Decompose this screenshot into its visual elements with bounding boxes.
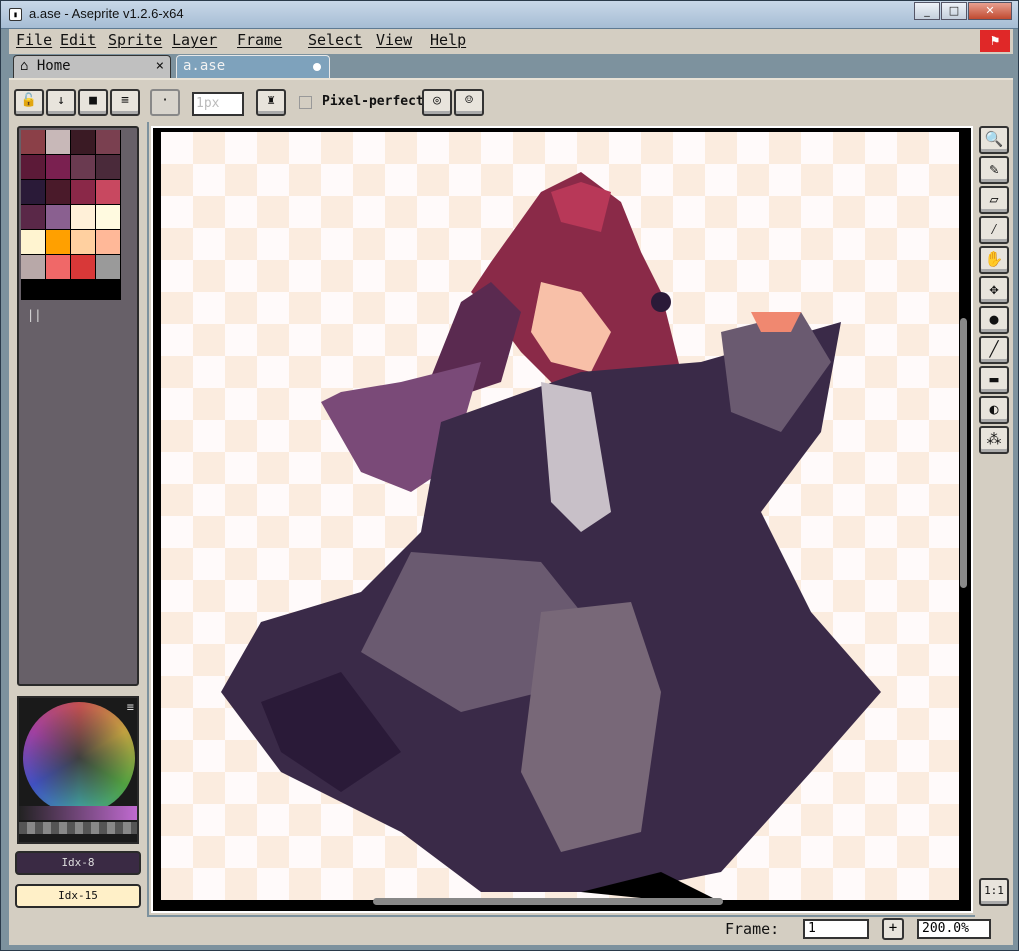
zoom-icon[interactable]: 🔍 [979, 126, 1009, 154]
zoom-input[interactable]: 200.0% [917, 919, 991, 939]
tab-home[interactable]: ⌂ Home × [13, 55, 171, 78]
brush-type-button[interactable]: · [150, 89, 180, 116]
palette-swatch[interactable] [46, 130, 70, 154]
lock-icon[interactable]: 🔓 [14, 89, 44, 116]
frame-input[interactable]: 1 [803, 919, 869, 939]
close-window-button[interactable]: ✕ [968, 2, 1012, 20]
palette-swatch[interactable] [71, 255, 95, 279]
palette-swatch[interactable] [46, 155, 70, 179]
frame-label: Frame: [725, 920, 780, 938]
palette-resize-grip-icon[interactable]: || [27, 308, 41, 322]
square-icon[interactable]: ■ [78, 89, 108, 116]
paint-bucket-icon[interactable]: ● [979, 306, 1009, 334]
palette-swatch[interactable] [96, 130, 120, 154]
tint-slider[interactable] [19, 806, 137, 820]
palette-swatch[interactable] [21, 205, 45, 229]
sprite-canvas[interactable] [151, 126, 973, 913]
menu-frame[interactable]: Frame [237, 31, 282, 49]
tab-home-label: Home [36, 58, 71, 74]
palette-swatch[interactable] [71, 180, 95, 204]
hand-icon[interactable]: ✋ [979, 246, 1009, 274]
blur-icon[interactable]: ◐ [979, 396, 1009, 424]
palette-swatch[interactable] [96, 255, 120, 279]
menu-file[interactable]: File [16, 31, 52, 49]
palette-swatch[interactable] [96, 230, 120, 254]
brush-size-input[interactable]: 1px [192, 92, 244, 116]
palette-swatch[interactable] [21, 180, 45, 204]
menu-edit[interactable]: Edit [60, 31, 96, 49]
palette-swatch[interactable] [21, 230, 45, 254]
color-wheel-panel: ≡ [17, 696, 139, 844]
fit-screen-button[interactable]: 1:1 [979, 878, 1009, 906]
add-frame-button[interactable]: + [882, 918, 904, 940]
transparency-checkerboard[interactable] [161, 132, 959, 900]
eraser-icon[interactable]: ▱ [979, 186, 1009, 214]
context-toolbar: 🔓 ↓ ■ ≡ · 1px ♜ Pixel-perfect ◎ ☺ [9, 78, 1013, 122]
app-window: ▮ a.ase - Aseprite v1.2.6-x64 _ □ ✕ File… [0, 0, 1019, 951]
palette-swatch[interactable] [46, 205, 70, 229]
menu-bar: File Edit Sprite Layer Frame Select View… [9, 29, 1013, 54]
menu-lines-icon[interactable]: ≡ [110, 89, 140, 116]
menu-sprite[interactable]: Sprite [108, 31, 162, 49]
color-wheel[interactable] [23, 702, 135, 814]
move-icon[interactable]: ✥ [979, 276, 1009, 304]
tab-document[interactable]: a.ase [176, 55, 330, 78]
pixel-perfect-label: Pixel-perfect [322, 94, 424, 109]
foreground-color-button[interactable]: Idx-8 [15, 851, 141, 875]
left-panel: || ≡ Idx-8 Idx-15 [9, 122, 147, 917]
palette-swatch[interactable] [96, 205, 120, 229]
palette-panel: || [17, 126, 139, 686]
vertical-scrollbar[interactable] [960, 318, 967, 588]
menu-select[interactable]: Select [308, 31, 362, 49]
palette-swatch[interactable] [71, 130, 95, 154]
maximize-button[interactable]: □ [941, 2, 967, 20]
home-icon: ⌂ [20, 58, 29, 74]
palette-swatch[interactable] [21, 255, 45, 279]
symmetry-icon[interactable]: ◎ [422, 89, 452, 116]
close-tab-icon[interactable]: × [156, 56, 164, 77]
pixel-perfect-checkbox[interactable] [299, 96, 312, 109]
smiley-icon[interactable]: ☺ [454, 89, 484, 116]
palette-swatch[interactable] [96, 180, 120, 204]
palette-swatch[interactable] [21, 130, 45, 154]
rectangle-icon[interactable]: ▬ [979, 366, 1009, 394]
background-color-button[interactable]: Idx-15 [15, 884, 141, 908]
status-bar: Frame: 1 + 200.0% [9, 917, 1013, 945]
palette-swatch[interactable] [46, 180, 70, 204]
tool-bar: 🔍 ✎ ▱ ⁄ ✋ ✥ ● ╱ ▬ ◐ ⁂ 1:1 [975, 122, 1013, 917]
wheel-menu-icon[interactable]: ≡ [127, 700, 134, 714]
title-bar: ▮ a.ase - Aseprite v1.2.6-x64 _ □ ✕ [1, 1, 1018, 29]
palette-swatch[interactable] [96, 155, 120, 179]
tab-document-label: a.ase [183, 58, 226, 74]
aseprite-app-icon[interactable]: ▮ [9, 8, 22, 21]
editor-area [149, 122, 975, 915]
palette-swatch[interactable] [71, 155, 95, 179]
palette-swatch[interactable] [71, 230, 95, 254]
sprite-artwork [221, 172, 881, 900]
palette-swatches [21, 130, 121, 300]
menu-help[interactable]: Help [430, 31, 466, 49]
minimize-button[interactable]: _ [914, 2, 940, 20]
horizontal-scrollbar[interactable] [373, 898, 723, 905]
pencil-icon[interactable]: ✎ [979, 156, 1009, 184]
palette-swatch[interactable] [46, 230, 70, 254]
palette-swatch[interactable] [21, 155, 45, 179]
palette-swatch[interactable] [46, 255, 70, 279]
menu-layer[interactable]: Layer [172, 31, 217, 49]
modified-dot-icon[interactable] [313, 63, 321, 71]
window-title: a.ase - Aseprite v1.2.6-x64 [29, 6, 184, 21]
ink-bottle-icon[interactable]: ♜ [256, 89, 286, 116]
palette-swatch[interactable] [71, 205, 95, 229]
gray-slider[interactable] [19, 822, 137, 834]
eyedropper-icon[interactable]: ⁄ [979, 216, 1009, 244]
line-icon[interactable]: ╱ [979, 336, 1009, 364]
menu-view[interactable]: View [376, 31, 412, 49]
tab-bar: ⌂ Home × a.ase [9, 54, 1013, 78]
down-arrow-icon[interactable]: ↓ [46, 89, 76, 116]
notification-flag-icon[interactable]: ⚑ [980, 30, 1010, 52]
spray-icon[interactable]: ⁂ [979, 426, 1009, 454]
